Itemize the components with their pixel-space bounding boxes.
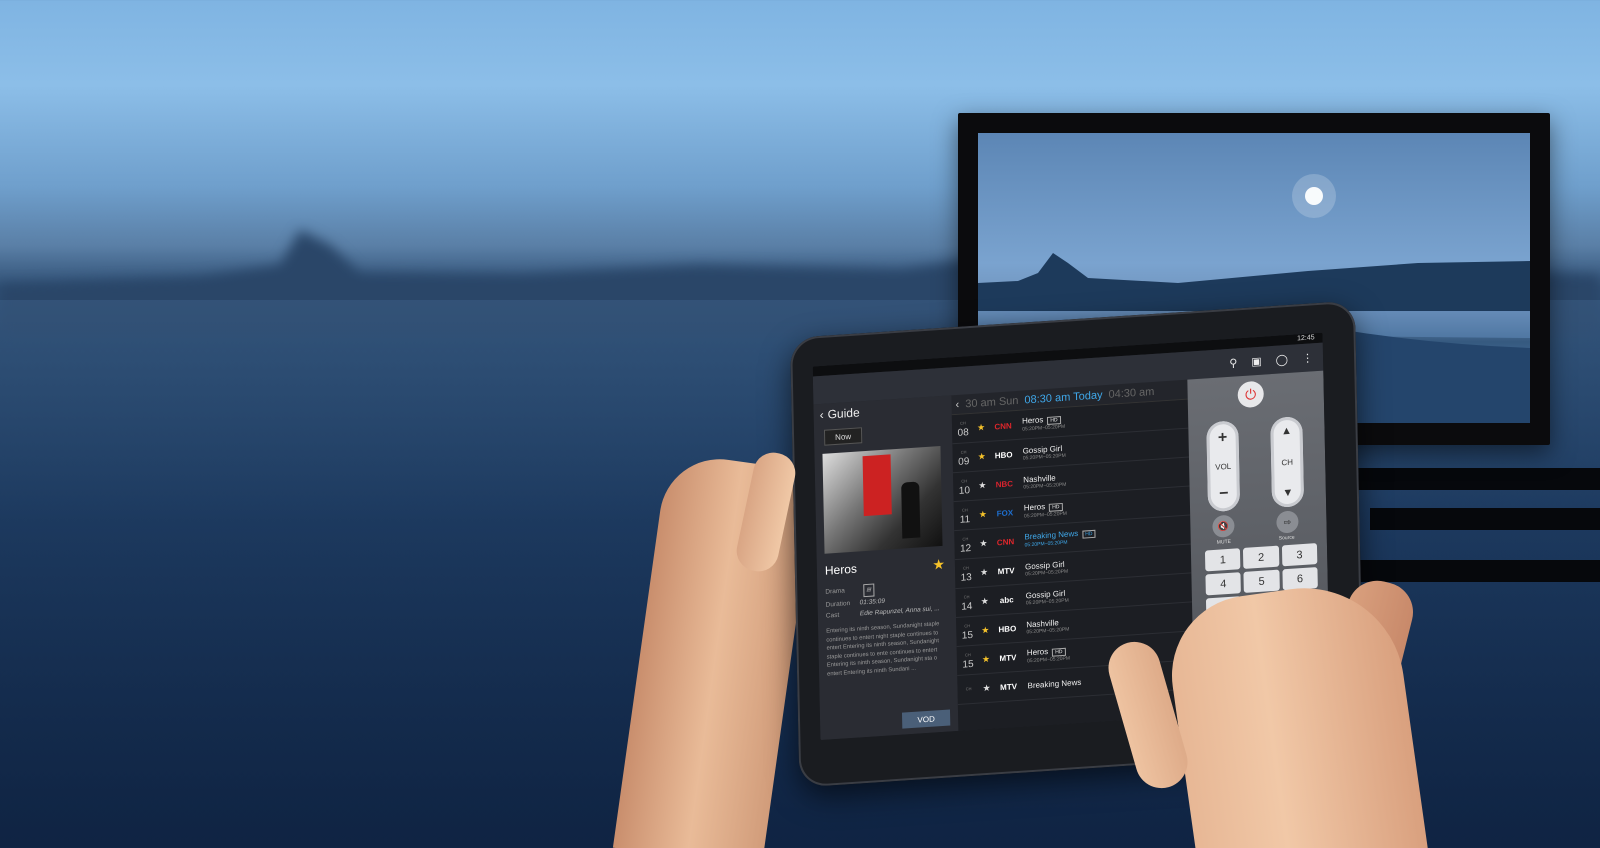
favorite-star-icon[interactable]: ★ xyxy=(977,566,991,578)
tv-guide-icon[interactable]: ▣ xyxy=(1251,354,1262,368)
program-meta: Drama ▤ Duration 01:35:09 Cast Edie Rapunze… xyxy=(825,578,956,622)
power-button[interactable]: ⏻ xyxy=(1237,380,1264,409)
channel-logo: MTV xyxy=(1000,681,1018,692)
keypad-key[interactable]: 4 xyxy=(1205,572,1242,596)
mute-icon: 🔇 xyxy=(1217,520,1230,532)
channel-number: CH 14 xyxy=(961,594,973,613)
channel-number: CH 15 xyxy=(961,623,974,642)
channel-rocker[interactable]: ▲ CH ▼ xyxy=(1270,416,1305,509)
search-icon[interactable]: ⚲ xyxy=(1229,356,1237,370)
remote-icon[interactable]: ◯ xyxy=(1276,352,1289,366)
overflow-menu-icon[interactable]: ⋮ xyxy=(1302,351,1313,365)
cast-label: Cast xyxy=(825,611,840,620)
subtitle-icon: ▤ xyxy=(863,583,875,598)
channel-number: CH xyxy=(965,686,972,692)
favorite-star-icon[interactable]: ★ xyxy=(978,624,992,636)
status-time: 12:45 xyxy=(1297,334,1315,343)
channel-number: CH 11 xyxy=(959,507,971,526)
hd-badge: HD xyxy=(1082,529,1096,539)
favorite-star-icon[interactable]: ★ xyxy=(976,508,990,520)
power-icon: ⏻ xyxy=(1244,385,1257,403)
program-title: Heros xyxy=(1021,415,1044,426)
favorite-star-icon[interactable]: ★ xyxy=(975,450,989,462)
channel-logo: CNN xyxy=(996,536,1015,547)
channel-logo: HBO xyxy=(994,449,1013,460)
program-title: Heros xyxy=(824,561,858,578)
source-button[interactable]: ⇨ xyxy=(1276,510,1299,534)
channel-up-icon[interactable]: ▲ xyxy=(1281,425,1292,438)
mute-label: MUTE xyxy=(1216,538,1232,546)
program-info: Heros HD 05:20PM~05:20PM xyxy=(1020,501,1067,520)
channel-number: CH 09 xyxy=(958,449,970,468)
favorite-star-icon[interactable]: ★ xyxy=(979,653,993,665)
channel-number: CH 13 xyxy=(960,565,972,584)
favorite-star-icon[interactable]: ★ xyxy=(978,595,992,607)
duration-value: 01:35:09 xyxy=(859,597,886,607)
cast-value: Edie Rapunzel, Anna sui, ... xyxy=(859,605,940,618)
source-label: Source xyxy=(1278,534,1295,542)
channel-number: CH 12 xyxy=(959,536,972,555)
program-title: Heros xyxy=(1023,502,1046,513)
ch-label: CH xyxy=(1281,457,1294,467)
program-info: Breaking News xyxy=(1023,677,1081,690)
keypad-key[interactable]: 6 xyxy=(1282,567,1318,591)
tv-stand-line xyxy=(1340,468,1600,490)
program-detail-panel: ‹ Guide Now Heros ★ Drama ▤ Duration 01:35… xyxy=(813,395,959,741)
channel-logo: abc xyxy=(999,594,1014,605)
tv-stand-line xyxy=(1340,560,1600,582)
program-info: Nashville 05:20PM~05:20PM xyxy=(1019,472,1066,490)
favorite-star-icon[interactable]: ★ xyxy=(976,537,990,549)
program-info: Gossip Girl 05:20PM~05:20PM xyxy=(1019,443,1066,461)
channel-logo: HBO xyxy=(998,623,1017,634)
favorite-star-icon[interactable]: ★ xyxy=(932,556,945,574)
program-info: Nashville 05:20PM~05:20PM xyxy=(1022,617,1069,635)
program-info: Gossip Girl 05:20PM~05:20PM xyxy=(1021,559,1068,577)
channel-logo: NBC xyxy=(995,478,1014,489)
favorite-star-icon[interactable]: ★ xyxy=(979,682,993,694)
program-info: Gossip Girl 05:20PM~05:20PM xyxy=(1022,588,1069,606)
keypad-key[interactable]: 2 xyxy=(1243,545,1280,569)
time-current: 08:30 am Today xyxy=(1024,388,1103,406)
program-title: Heros xyxy=(1026,646,1049,658)
guide-title: Guide xyxy=(827,405,860,422)
genre-label: Drama xyxy=(825,587,845,596)
vod-button[interactable]: VOD xyxy=(901,709,951,729)
vol-label: VOL xyxy=(1215,461,1232,472)
time-next[interactable]: 04:30 am xyxy=(1108,385,1154,400)
volume-rocker[interactable]: + VOL − xyxy=(1206,420,1241,513)
tv-stand-line xyxy=(1370,508,1600,530)
program-description: Entering its ninth season, Sundanight st… xyxy=(826,621,940,678)
channel-logo: MTV xyxy=(999,652,1017,663)
channel-logo: FOX xyxy=(996,507,1014,518)
prev-time-icon[interactable]: ‹ xyxy=(955,398,959,410)
channel-number: CH 15 xyxy=(962,652,974,671)
program-info: Heros HD 05:20PM~05:20PM xyxy=(1018,414,1065,433)
volume-down-icon[interactable]: − xyxy=(1219,485,1229,504)
program-info: Breaking News HD 05:20PM~05:20PM xyxy=(1020,528,1096,549)
channel-logo: CNN xyxy=(994,420,1012,431)
program-info: Heros HD 05:20PM~05:20PM xyxy=(1023,646,1070,665)
program-title: Breaking News xyxy=(1027,677,1082,690)
favorite-star-icon[interactable]: ★ xyxy=(974,421,988,433)
program-thumbnail[interactable] xyxy=(822,446,943,554)
channel-down-icon[interactable]: ▼ xyxy=(1282,487,1293,500)
keypad-key[interactable]: 1 xyxy=(1204,548,1241,572)
channel-number: CH 10 xyxy=(958,478,971,497)
source-icon: ⇨ xyxy=(1283,516,1292,527)
volume-up-icon[interactable]: + xyxy=(1218,429,1228,448)
mute-button[interactable]: 🔇 xyxy=(1212,514,1235,539)
favorite-star-icon[interactable]: ★ xyxy=(975,479,989,491)
keypad-key[interactable]: 5 xyxy=(1243,569,1280,593)
channel-logo: MTV xyxy=(997,565,1015,576)
keypad-key[interactable]: 3 xyxy=(1281,543,1318,567)
now-button[interactable]: Now xyxy=(823,427,863,446)
back-icon[interactable]: ‹ xyxy=(820,408,824,422)
time-prev[interactable]: 30 am Sun xyxy=(965,394,1018,410)
channel-number: CH 08 xyxy=(957,420,969,439)
